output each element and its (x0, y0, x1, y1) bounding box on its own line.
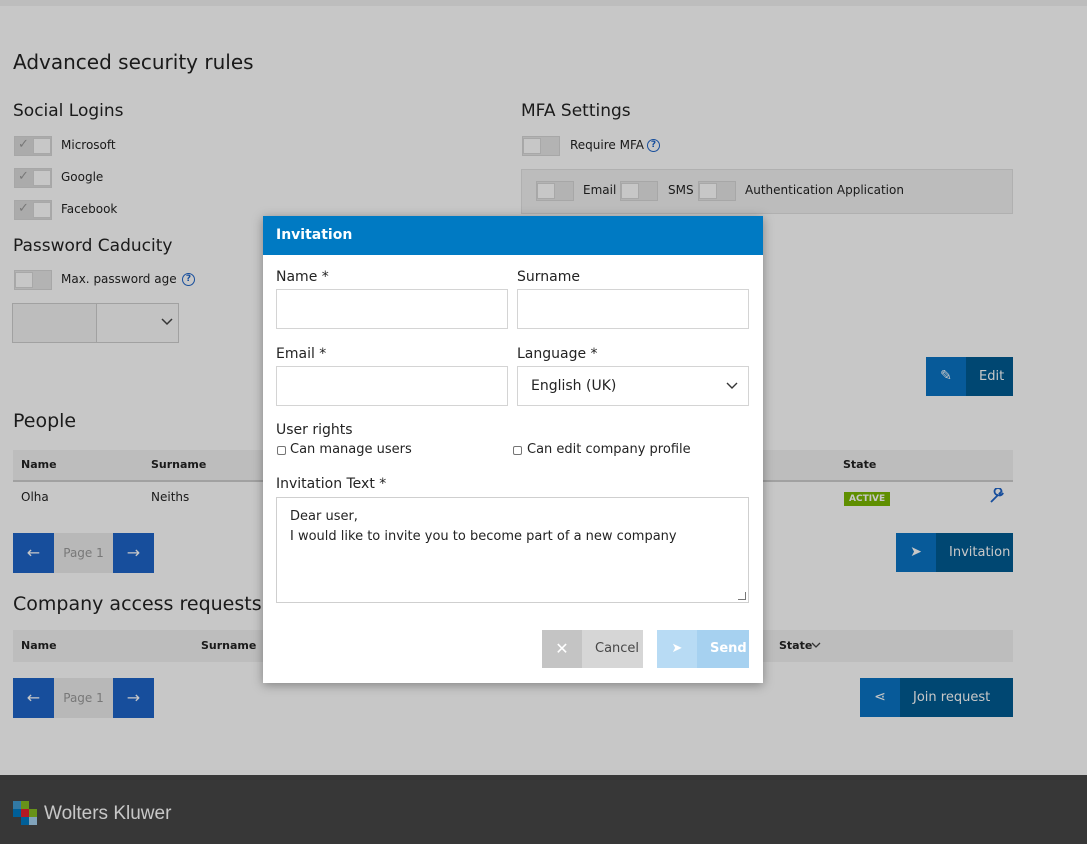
resize-handle[interactable] (738, 592, 746, 600)
email-label: Email * (276, 346, 327, 362)
cancel-button[interactable]: ✕ Cancel (542, 630, 643, 668)
can-manage-users-checkbox[interactable] (277, 446, 286, 455)
can-manage-users-label: Can manage users (290, 442, 412, 457)
name-label: Name * (276, 269, 329, 285)
paper-plane-icon: ➤ (657, 630, 697, 668)
invitation-dialog: Invitation Name * Surname Email * Langua… (263, 216, 763, 683)
invitation-text-line: I would like to invite you to become par… (290, 529, 677, 544)
language-label: Language * (517, 346, 598, 362)
invitation-text-label: Invitation Text * (276, 476, 387, 492)
dialog-title: Invitation (263, 216, 763, 255)
can-edit-company-label: Can edit company profile (527, 442, 691, 457)
user-rights-label: User rights (276, 422, 353, 438)
invitation-text-area[interactable]: Dear user, I would like to invite you to… (276, 497, 749, 603)
name-input[interactable] (276, 289, 508, 329)
can-edit-company-checkbox[interactable] (513, 446, 522, 455)
language-value: English (UK) (531, 378, 617, 394)
language-select[interactable]: English (UK) (517, 366, 749, 406)
surname-input[interactable] (517, 289, 749, 329)
invitation-text-line: Dear user, (290, 509, 358, 524)
email-input[interactable] (276, 366, 508, 406)
surname-label: Surname (517, 269, 580, 285)
chevron-down-icon (726, 382, 738, 389)
send-button[interactable]: ➤ Send (657, 630, 749, 668)
close-icon: ✕ (542, 630, 582, 668)
